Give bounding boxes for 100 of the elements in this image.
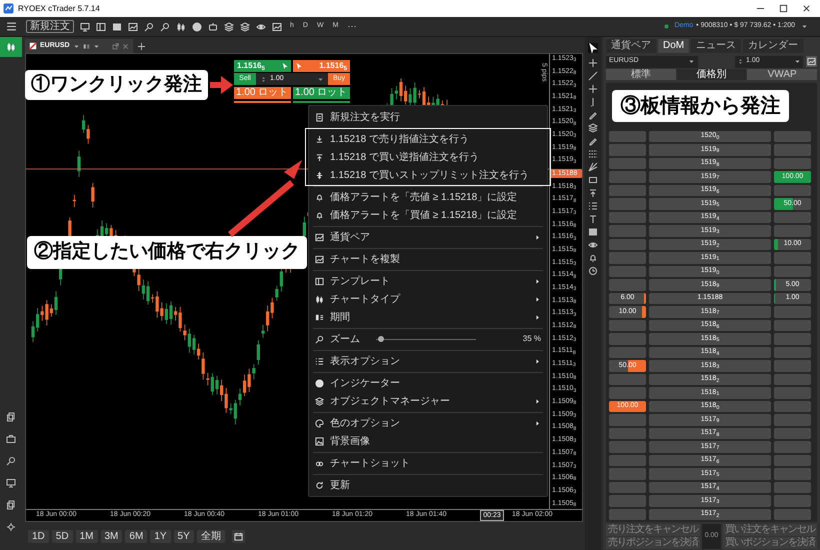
more-button[interactable]: ⋯: [347, 20, 356, 34]
pen-icon[interactable]: [588, 110, 598, 120]
lines-icon[interactable]: [588, 201, 598, 211]
volume-cell[interactable]: [774, 320, 811, 331]
volume-cell[interactable]: [774, 360, 811, 372]
volume-cell[interactable]: [609, 238, 646, 250]
volume-cell[interactable]: [774, 184, 811, 196]
text-icon[interactable]: [588, 214, 598, 224]
volume-cell[interactable]: [774, 158, 811, 169]
chart-mode-button[interactable]: [0, 37, 22, 57]
pointer-icon[interactable]: [588, 43, 598, 53]
maximize-icon[interactable]: [779, 4, 788, 13]
eye-icon[interactable]: [588, 240, 598, 250]
volume-cell[interactable]: [774, 130, 811, 142]
menu-item[interactable]: インジケーター: [309, 374, 547, 392]
caret-icon[interactable]: [801, 23, 808, 30]
timeframe-button[interactable]: 1D: [28, 530, 49, 542]
menu-item[interactable]: チャートショット: [309, 454, 547, 472]
volume-cell[interactable]: [774, 212, 811, 223]
rectangle-icon[interactable]: [588, 175, 598, 185]
volume-cell[interactable]: [609, 198, 646, 210]
caret-icon[interactable]: [92, 42, 100, 50]
volume-cell[interactable]: [609, 495, 646, 506]
panel-tab[interactable]: DoM: [658, 39, 690, 53]
timeframe-button[interactable]: 全期: [196, 530, 225, 542]
menu-item[interactable]: オブジェクトマネージャー: [309, 392, 547, 410]
monitor-icon[interactable]: [6, 478, 16, 488]
volume-cell[interactable]: [774, 482, 811, 493]
popout-icon[interactable]: [112, 42, 119, 50]
copy-icon[interactable]: [6, 412, 16, 422]
volume-cell[interactable]: [774, 400, 811, 412]
volume-cell[interactable]: [609, 414, 646, 426]
volume-cell[interactable]: [609, 266, 646, 277]
menu-item[interactable]: 1.15218 で買い逆指値注文を行う: [309, 148, 547, 166]
windows-icon[interactable]: [6, 500, 16, 510]
volume-cell[interactable]: [774, 144, 811, 156]
view-button[interactable]: 標準: [606, 69, 676, 80]
dashed-lines-icon[interactable]: [588, 149, 598, 159]
bell-icon[interactable]: [588, 253, 598, 263]
square-icon[interactable]: [588, 227, 598, 237]
menu-item[interactable]: 表示オプション: [309, 352, 547, 370]
menu-item[interactable]: 1.15218 で買いストップリミット注文を行う: [309, 166, 547, 184]
settings-icon[interactable]: [807, 57, 816, 66]
volume-cell[interactable]: [609, 144, 646, 156]
menu-icon[interactable]: [6, 21, 16, 32]
calendar-icon[interactable]: [234, 532, 243, 540]
layers-icon[interactable]: [224, 22, 234, 32]
arrow-up-icon[interactable]: [588, 188, 598, 198]
close-icon[interactable]: [802, 4, 811, 13]
volume-cell[interactable]: [774, 468, 811, 480]
volume-cell[interactable]: [609, 468, 646, 480]
volume-cell[interactable]: [774, 508, 811, 520]
briefcase-icon[interactable]: [6, 434, 16, 444]
volume-cell[interactable]: [609, 171, 646, 182]
volume-cell[interactable]: [609, 320, 646, 331]
search-icon[interactable]: [6, 456, 16, 466]
brush-icon[interactable]: [588, 123, 598, 133]
crosshair-icon[interactable]: [588, 58, 598, 68]
zoom-out-icon[interactable]: [160, 22, 170, 32]
volume-cell[interactable]: [609, 428, 646, 439]
menu-item[interactable]: 色のオプション: [309, 414, 547, 432]
volume-cell[interactable]: [609, 374, 646, 385]
volume-cell[interactable]: [609, 333, 646, 344]
menu-item[interactable]: 更新: [309, 476, 547, 494]
monitor-icon[interactable]: [80, 22, 90, 32]
candles-icon[interactable]: [176, 22, 186, 32]
volume-cell[interactable]: [774, 306, 811, 318]
view-button[interactable]: 価格別: [676, 69, 746, 80]
chart-image-icon[interactable]: [128, 22, 138, 32]
menu-item[interactable]: 通貨ペア: [309, 228, 547, 246]
menu-item[interactable]: 1.15218 で売り指値注文を行う: [309, 130, 547, 148]
diagonal-line-icon[interactable]: [588, 71, 598, 81]
volume-cell[interactable]: [609, 212, 646, 223]
volume-cell[interactable]: [774, 428, 811, 439]
panel-tab[interactable]: 通貨ペア: [606, 39, 656, 53]
zoom-slider[interactable]: [376, 336, 476, 342]
timeframe-button[interactable]: 5Y: [174, 530, 194, 542]
volume-cell[interactable]: [609, 252, 646, 264]
add-tab-icon[interactable]: [137, 42, 146, 51]
settings-icon[interactable]: [6, 522, 16, 532]
volume-cell[interactable]: [609, 346, 646, 358]
volume-cell[interactable]: [774, 346, 811, 358]
clock-icon[interactable]: [588, 266, 598, 276]
timeframe-button[interactable]: 3M: [100, 530, 122, 542]
panel-tab[interactable]: カレンダー: [743, 39, 804, 53]
panel-tab[interactable]: ニュース: [691, 39, 742, 53]
square-icon[interactable]: [112, 22, 122, 32]
volume-cell[interactable]: [609, 482, 646, 493]
menu-item[interactable]: 背景画像: [309, 432, 547, 450]
period-icon[interactable]: [82, 42, 90, 50]
timeframe-button[interactable]: 6M: [125, 530, 148, 542]
eye-icon[interactable]: [256, 22, 266, 32]
volume-cell[interactable]: [609, 184, 646, 196]
cross-icon[interactable]: [588, 84, 598, 94]
volume-cell[interactable]: [609, 225, 646, 236]
volume-cell[interactable]: [774, 225, 811, 236]
layout-icon[interactable]: [96, 22, 106, 32]
picture-icon[interactable]: [272, 22, 282, 32]
volume-cell[interactable]: [774, 441, 811, 452]
volume-cell[interactable]: [609, 441, 646, 452]
